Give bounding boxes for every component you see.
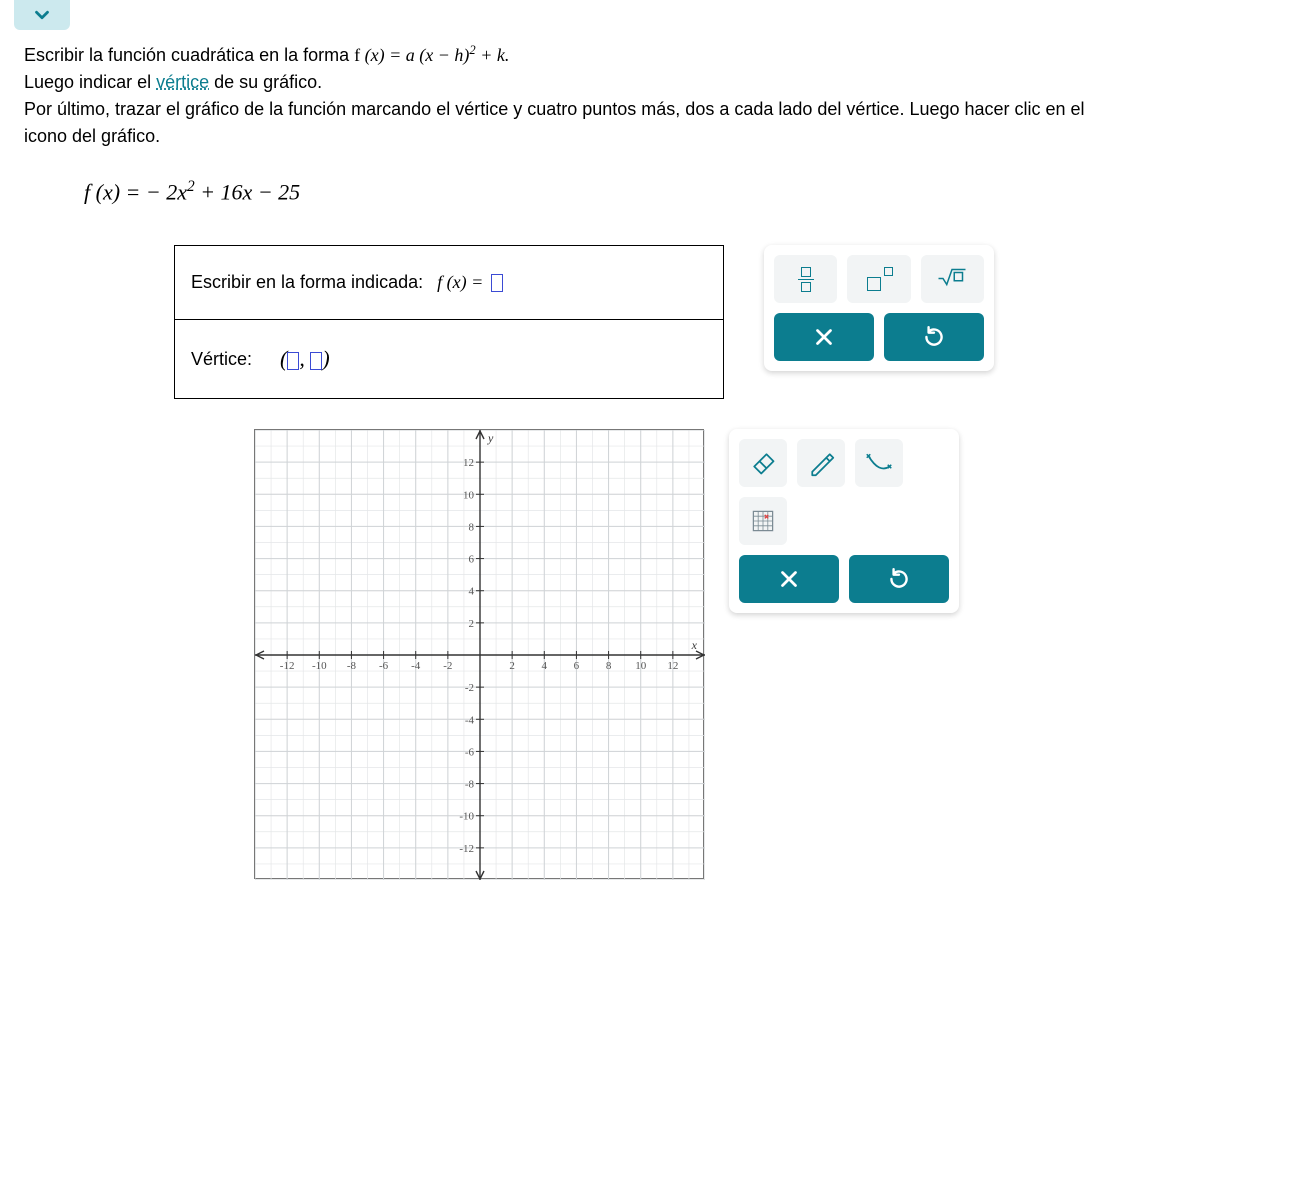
- reset-button[interactable]: [884, 313, 984, 361]
- instr-line1-formula: f (x) = a (x − h)2 + k.: [354, 45, 509, 65]
- svg-text:10: 10: [463, 490, 475, 502]
- vertex-row: Vértice: (, ): [175, 319, 723, 398]
- svg-text:12: 12: [463, 457, 474, 469]
- svg-text:-10: -10: [459, 811, 474, 823]
- vertex-y-input[interactable]: [310, 352, 322, 370]
- answer-box: Escribir en la forma indicada: f (x) = V…: [174, 245, 724, 399]
- svg-text:x: x: [691, 638, 698, 652]
- math-toolbox: [764, 245, 994, 371]
- exponent-button[interactable]: [847, 255, 910, 303]
- eraser-tool[interactable]: [739, 439, 787, 487]
- vertex-x-input[interactable]: [287, 352, 299, 370]
- coordinate-plane[interactable]: -12 -10 -8 -6 -4 -2 2 4 6 8 10 12 -12 -10 -8 -6 -4 -2 2 4 6 8…: [254, 429, 704, 879]
- fraction-button[interactable]: [774, 255, 837, 303]
- curve-icon: [865, 449, 893, 477]
- svg-text:12: 12: [667, 660, 678, 672]
- close-icon: [811, 324, 837, 350]
- chevron-down-icon: [31, 4, 53, 26]
- exponent-icon: [865, 267, 893, 291]
- svg-text:-6: -6: [465, 747, 475, 759]
- svg-text:10: 10: [635, 660, 647, 672]
- fx-label: f (x) =: [437, 272, 483, 293]
- instr-line1-pre: Escribir la función cuadrática en la for…: [24, 45, 354, 65]
- undo-icon: [921, 324, 947, 350]
- svg-text:-8: -8: [465, 779, 475, 791]
- svg-text:-4: -4: [465, 715, 475, 727]
- vertex-parens: (, ): [280, 346, 330, 372]
- undo-icon: [886, 566, 912, 592]
- graph-toolbox: [729, 429, 959, 613]
- svg-text:6: 6: [469, 554, 475, 566]
- pencil-tool[interactable]: [797, 439, 845, 487]
- svg-text:-12: -12: [459, 843, 474, 855]
- grid-point-tool[interactable]: [739, 497, 787, 545]
- curve-tool[interactable]: [855, 439, 903, 487]
- svg-text:6: 6: [574, 660, 580, 672]
- fraction-icon: [798, 267, 814, 293]
- vertex-link[interactable]: vértice: [156, 72, 209, 92]
- svg-text:-10: -10: [312, 660, 327, 672]
- vertex-form-input[interactable]: [491, 274, 503, 292]
- svg-text:-12: -12: [280, 660, 295, 672]
- svg-text:8: 8: [469, 522, 475, 534]
- vertex-form-row: Escribir en la forma indicada: f (x) =: [175, 246, 723, 319]
- svg-text:4: 4: [469, 586, 475, 598]
- svg-text:y: y: [487, 431, 494, 445]
- svg-text:4: 4: [542, 660, 548, 672]
- sqrt-icon: [937, 266, 967, 293]
- eraser-icon: [749, 449, 777, 477]
- svg-text:-4: -4: [411, 660, 421, 672]
- grid-icon: [749, 507, 777, 535]
- given-equation: f (x) = − 2x2 + 16x − 25: [84, 178, 1266, 205]
- close-icon: [776, 566, 802, 592]
- graph-clear-button[interactable]: [739, 555, 839, 603]
- collapse-toggle[interactable]: [14, 0, 70, 30]
- instr-line3: Por último, trazar el gráfico de la func…: [24, 99, 1085, 146]
- pencil-icon: [807, 449, 835, 477]
- instructions-block: Escribir la función cuadrática en la for…: [24, 41, 1104, 150]
- svg-text:-2: -2: [443, 660, 452, 672]
- form-prompt: Escribir en la forma indicada:: [191, 272, 423, 293]
- sqrt-button[interactable]: [921, 255, 984, 303]
- svg-text:8: 8: [606, 660, 612, 672]
- instr-line2-post: de su gráfico.: [209, 72, 322, 92]
- svg-text:-6: -6: [379, 660, 389, 672]
- vertex-label: Vértice:: [191, 349, 252, 370]
- graph-reset-button[interactable]: [849, 555, 949, 603]
- svg-text:2: 2: [469, 618, 475, 630]
- graph-svg: -12 -10 -8 -6 -4 -2 2 4 6 8 10 12 -12 -10 -8 -6 -4 -2 2 4 6 8…: [255, 430, 705, 880]
- svg-text:-2: -2: [465, 682, 474, 694]
- svg-text:-8: -8: [347, 660, 357, 672]
- instr-line2-pre: Luego indicar el: [24, 72, 156, 92]
- clear-button[interactable]: [774, 313, 874, 361]
- svg-text:2: 2: [509, 660, 514, 672]
